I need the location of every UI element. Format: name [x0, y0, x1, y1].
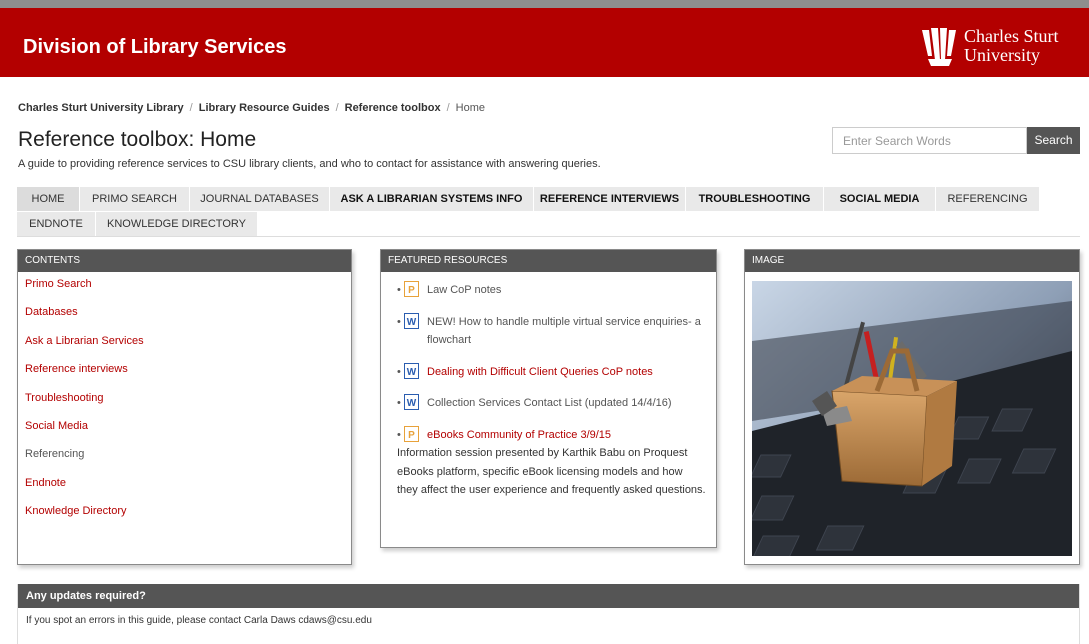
- svg-text:W: W: [407, 317, 417, 328]
- updates-text: If you spot an errors in this guide, ple…: [26, 615, 372, 626]
- contents-list: Primo Search Databases Ask a Librarian S…: [18, 272, 351, 534]
- tab-social-media[interactable]: SOCIAL MEDIA: [824, 187, 936, 211]
- contents-link-troubleshooting[interactable]: Troubleshooting: [25, 392, 351, 420]
- search-box: Search: [832, 127, 1080, 154]
- tab-primo-search[interactable]: PRIMO SEARCH: [80, 187, 190, 211]
- contents-link-primo-search[interactable]: Primo Search: [25, 278, 351, 306]
- featured-item-title-row: • P eBooks Community of Practice 3/9/15: [397, 425, 706, 445]
- word-file-icon: W: [404, 362, 419, 379]
- university-logo[interactable]: Charles Sturt University: [920, 26, 1080, 68]
- featured-link-ebooks-cop[interactable]: eBooks Community of Practice 3/9/15: [427, 429, 611, 441]
- contents-link-reference-interviews[interactable]: Reference interviews: [25, 363, 351, 391]
- tab-home[interactable]: HOME: [17, 187, 80, 211]
- contents-link-ask-a-librarian[interactable]: Ask a Librarian Services: [25, 335, 351, 363]
- university-name: Charles Sturt University: [964, 27, 1059, 65]
- contents-link-social-media[interactable]: Social Media: [25, 420, 351, 448]
- featured-resources-list: • P Law CoP notes • W NEW! How to handle…: [381, 272, 716, 500]
- featured-item-description: Information session presented by Karthik…: [397, 447, 706, 496]
- powerpoint-file-icon: P: [404, 425, 419, 442]
- breadcrumb-item-toolbox[interactable]: Reference toolbox: [345, 102, 441, 114]
- breadcrumb-item-library[interactable]: Charles Sturt University Library: [18, 102, 184, 114]
- tab-endnote[interactable]: ENDNOTE: [17, 212, 96, 236]
- page-description: A guide to providing reference services …: [18, 158, 601, 170]
- bullet: •: [397, 428, 401, 441]
- contents-link-databases[interactable]: Databases: [25, 306, 351, 334]
- tab-knowledge-directory[interactable]: KNOWLEDGE DIRECTORY: [96, 212, 258, 236]
- search-input[interactable]: [832, 127, 1027, 154]
- image-panel: IMAGE: [744, 249, 1080, 565]
- tab-reference-interviews[interactable]: REFERENCE INTERVIEWS: [534, 187, 686, 211]
- featured-link-flowchart[interactable]: NEW! How to handle multiple virtual serv…: [427, 316, 701, 347]
- contents-heading: CONTENTS: [18, 250, 351, 272]
- featured-item: • P eBooks Community of Practice 3/9/15 …: [397, 425, 706, 500]
- site-header: Division of Library Services Charles Stu…: [0, 8, 1089, 77]
- featured-resources-heading: FEATURED RESOURCES: [381, 250, 716, 272]
- breadcrumb-separator: /: [446, 102, 450, 114]
- image-heading: IMAGE: [745, 250, 1079, 272]
- featured-link-contact-list[interactable]: Collection Services Contact List (update…: [427, 397, 672, 409]
- top-utility-strip: [0, 0, 1089, 8]
- svg-text:W: W: [407, 367, 417, 378]
- word-file-icon: W: [404, 394, 419, 410]
- bullet: •: [397, 284, 401, 296]
- breadcrumb: Charles Sturt University Library / Library…: [18, 102, 485, 114]
- breadcrumb-separator: /: [189, 102, 193, 114]
- contents-link-knowledge-directory[interactable]: Knowledge Directory: [25, 505, 351, 533]
- contents-item-referencing: Referencing: [25, 448, 85, 461]
- svg-text:W: W: [407, 398, 417, 409]
- breadcrumb-item-guides[interactable]: Library Resource Guides: [199, 102, 330, 114]
- university-name-line2: University: [964, 45, 1040, 65]
- featured-item: • P Law CoP notes: [397, 281, 706, 300]
- featured-resources-panel: FEATURED RESOURCES • P Law CoP notes • W…: [380, 249, 717, 548]
- bullet: •: [397, 365, 401, 378]
- featured-item: • W Collection Services Contact List (up…: [397, 394, 706, 413]
- tab-ask-a-librarian-systems-info[interactable]: ASK A LIBRARIAN SYSTEMS INFO: [330, 187, 534, 211]
- featured-link-law-cop-notes[interactable]: Law CoP notes: [427, 284, 501, 296]
- contents-link-endnote[interactable]: Endnote: [25, 477, 351, 505]
- svg-text:P: P: [408, 285, 415, 296]
- breadcrumb-item-current: Home: [455, 102, 485, 114]
- featured-link-difficult-queries[interactable]: Dealing with Difficult Client Queries Co…: [427, 366, 653, 378]
- word-file-icon: W: [404, 312, 419, 329]
- university-name-line1: Charles Sturt: [964, 26, 1059, 46]
- toolbox-on-keyboard-image: [752, 281, 1072, 556]
- breadcrumb-separator: /: [335, 102, 339, 114]
- tab-bar-divider: [17, 236, 1080, 237]
- search-button[interactable]: Search: [1027, 127, 1080, 154]
- csu-logo-mark-icon: [922, 28, 956, 66]
- svg-text:P: P: [408, 430, 415, 441]
- powerpoint-file-icon: P: [404, 281, 419, 297]
- page-title: Reference toolbox: Home: [18, 128, 257, 151]
- updates-heading: Any updates required?: [18, 584, 1079, 608]
- tab-troubleshooting[interactable]: TROUBLESHOOTING: [686, 187, 824, 211]
- bullet: •: [397, 315, 401, 328]
- contents-panel: CONTENTS Primo Search Databases Ask a Li…: [17, 249, 352, 565]
- featured-item: • W Dealing with Difficult Client Querie…: [397, 362, 706, 382]
- tab-referencing[interactable]: REFERENCING: [936, 187, 1040, 211]
- featured-item: • W NEW! How to handle multiple virtual …: [397, 312, 706, 350]
- bullet: •: [397, 397, 401, 409]
- updates-panel: Any updates required? If you spot an err…: [17, 584, 1080, 644]
- division-title[interactable]: Division of Library Services: [23, 36, 286, 59]
- tab-journal-databases[interactable]: JOURNAL DATABASES: [190, 187, 330, 211]
